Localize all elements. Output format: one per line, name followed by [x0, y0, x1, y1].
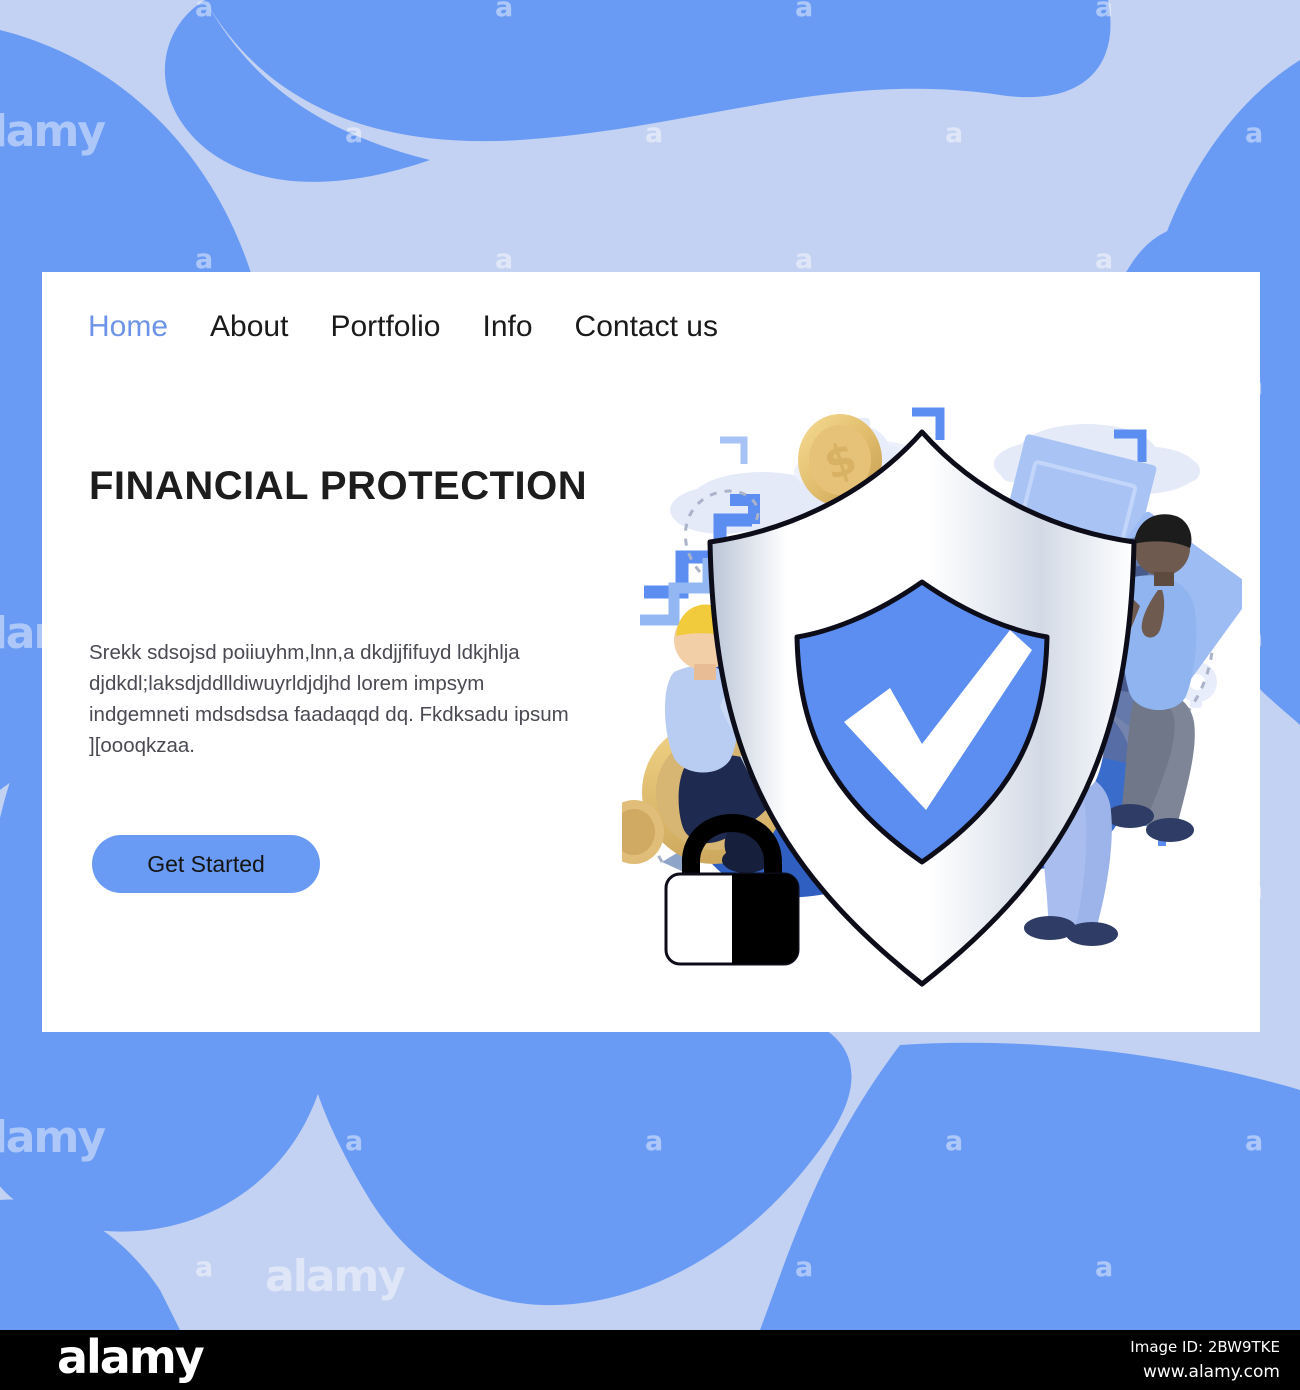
nav-item-home[interactable]: Home	[88, 310, 168, 344]
nav-item-info[interactable]: Info	[483, 310, 533, 344]
hero-description: Srekk sdsojsd poiiuyhm,lnn,a dkdjjfifuyd…	[89, 641, 569, 757]
nav-item-about[interactable]: About	[210, 310, 288, 344]
corner-bracket-icon	[720, 436, 748, 464]
landing-page-card: Home About Portfolio Info Contact us FIN…	[42, 272, 1260, 1032]
nav-item-contact-us[interactable]: Contact us	[575, 310, 718, 344]
main-navigation: Home About Portfolio Info Contact us	[88, 310, 718, 344]
alamy-logo: alamy	[57, 1330, 205, 1384]
image-id-label: Image ID: 2BW9TKE	[1130, 1338, 1280, 1356]
alamy-url-label: www.alamy.com	[1142, 1362, 1280, 1382]
page-title: FINANCIAL PROTECTION	[89, 464, 588, 508]
get-started-button[interactable]: Get Started	[92, 835, 320, 893]
nav-item-portfolio[interactable]: Portfolio	[330, 310, 440, 344]
financial-protection-illustration: $ $ $	[622, 407, 1242, 987]
alamy-footer-bar: alamy Image ID: 2BW9TKE www.alamy.com	[0, 1330, 1300, 1390]
screenshot-root: a a a a alamy a a a a a a a a alamy a a …	[0, 0, 1300, 1390]
